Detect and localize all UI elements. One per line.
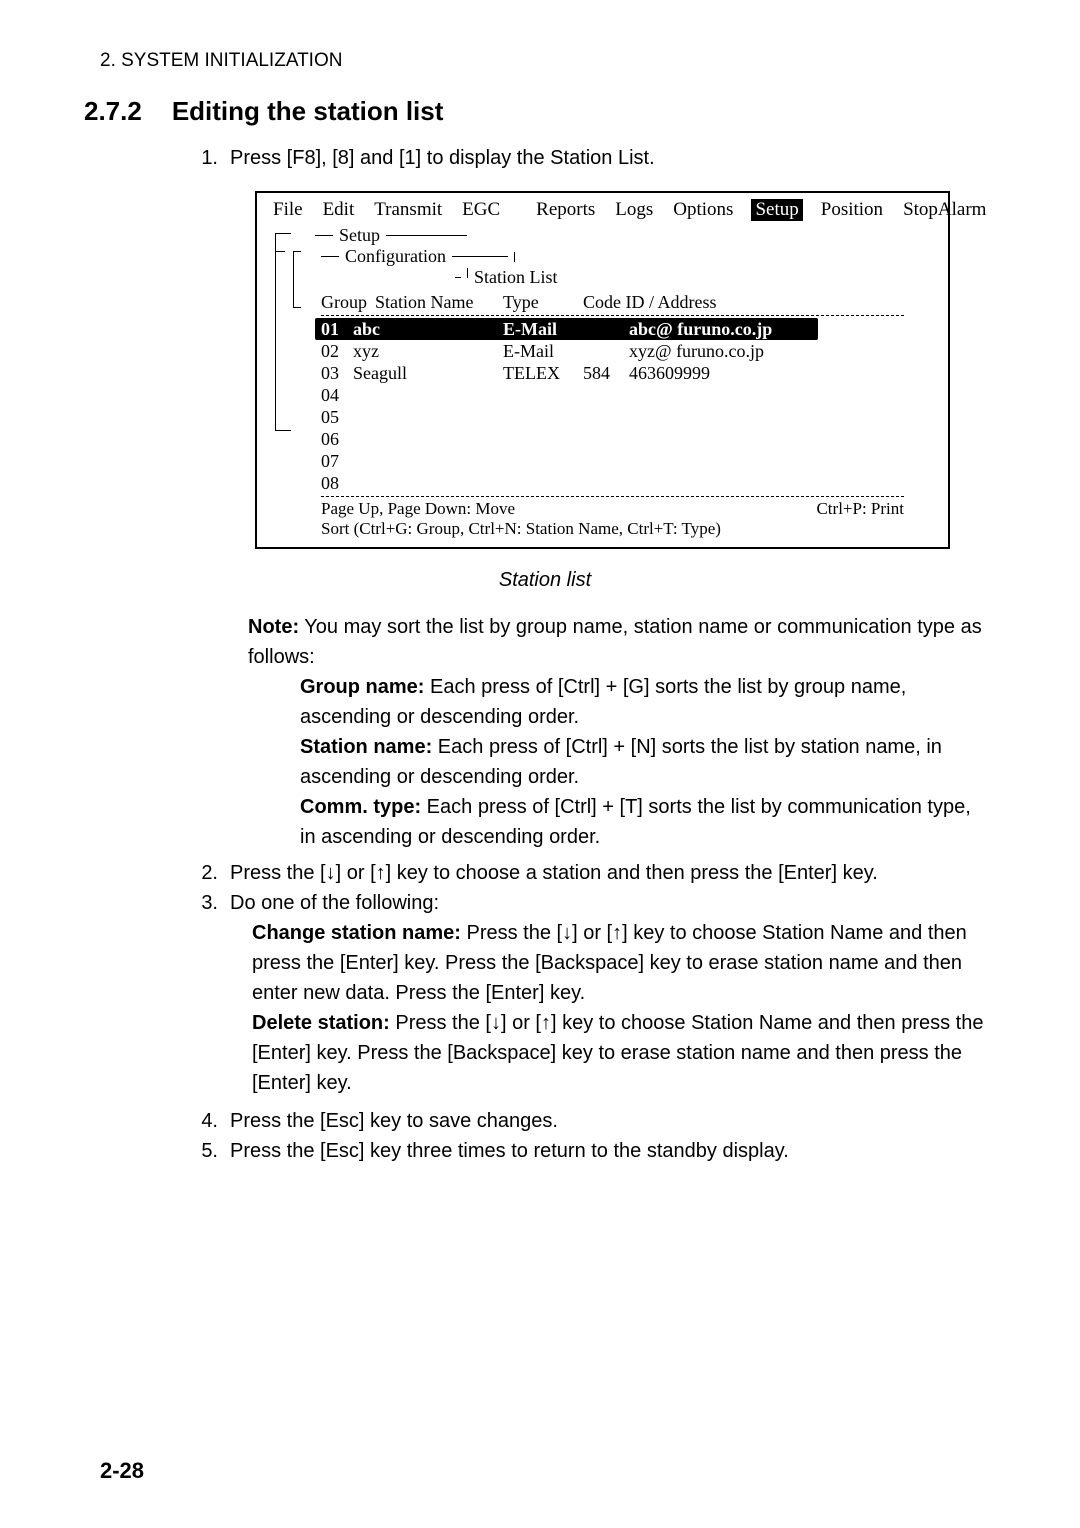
- menu-stopalarm[interactable]: StopAlarm: [901, 199, 988, 221]
- list-row[interactable]: 07: [315, 450, 938, 472]
- tree-lines: [267, 225, 315, 539]
- menu-egc[interactable]: EGC: [460, 199, 502, 221]
- station-list-figure: File Edit Transmit EGC Reports Logs Opti…: [255, 191, 950, 549]
- step-number: 5.: [190, 1136, 230, 1166]
- step-text: Press the [Esc] key to save changes.: [230, 1106, 990, 1136]
- list-row[interactable]: 04: [315, 384, 938, 406]
- chapter-header: 2. SYSTEM INITIALIZATION: [100, 50, 990, 72]
- menu-transmit[interactable]: Transmit: [372, 199, 444, 221]
- station-list-label: Station List: [474, 267, 558, 288]
- note-block: Note: You may sort the list by group nam…: [248, 612, 990, 852]
- section-title: Editing the station list: [172, 96, 444, 127]
- list-header: Group Station Name Type Code ID / Addres…: [315, 292, 938, 313]
- step-number: 4.: [190, 1106, 230, 1136]
- setup-group-label: Setup: [339, 225, 380, 246]
- menu-position[interactable]: Position: [819, 199, 885, 221]
- list-row[interactable]: 05: [315, 406, 938, 428]
- list-row[interactable]: 03 Seagull TELEX 584 463609999: [315, 362, 938, 384]
- config-group-label: Configuration: [345, 246, 446, 267]
- list-row[interactable]: 06: [315, 428, 938, 450]
- step-number: 3.: [190, 888, 230, 918]
- list-row[interactable]: 08: [315, 472, 938, 494]
- step-number: 1.: [190, 143, 230, 173]
- step-text: Press the [Esc] key three times to retur…: [230, 1136, 990, 1166]
- menu-file[interactable]: File: [271, 199, 305, 221]
- figure-caption: Station list: [100, 569, 990, 592]
- figure-footer: Page Up, Page Down: Move Ctrl+P: Print: [315, 499, 938, 519]
- menu-setup[interactable]: Setup: [751, 199, 802, 221]
- menu-edit[interactable]: Edit: [321, 199, 357, 221]
- section-number: 2.7.2: [84, 96, 142, 127]
- list-row-selected[interactable]: 01 abc E-Mail abc@ furuno.co.jp: [315, 318, 818, 340]
- figure-sort-hint: Sort (Ctrl+G: Group, Ctrl+N: Station Nam…: [315, 519, 938, 539]
- step-text: Do one of the following:: [230, 888, 990, 918]
- substep-block: Change station name: Press the [↓] or [↑…: [252, 918, 990, 1098]
- page-number: 2-28: [100, 1458, 144, 1484]
- menu-options[interactable]: Options: [671, 199, 735, 221]
- menu-bar: File Edit Transmit EGC Reports Logs Opti…: [257, 197, 948, 225]
- step-number: 2.: [190, 858, 230, 888]
- step-text: Press [F8], [8] and [1] to display the S…: [230, 143, 990, 173]
- section-heading: 2.7.2 Editing the station list: [84, 96, 990, 127]
- menu-reports[interactable]: Reports: [534, 199, 597, 221]
- list-row[interactable]: 02 xyz E-Mail xyz@ furuno.co.jp: [315, 340, 938, 362]
- step-text: Press the [↓] or [↑] key to choose a sta…: [230, 858, 990, 888]
- menu-logs[interactable]: Logs: [613, 199, 655, 221]
